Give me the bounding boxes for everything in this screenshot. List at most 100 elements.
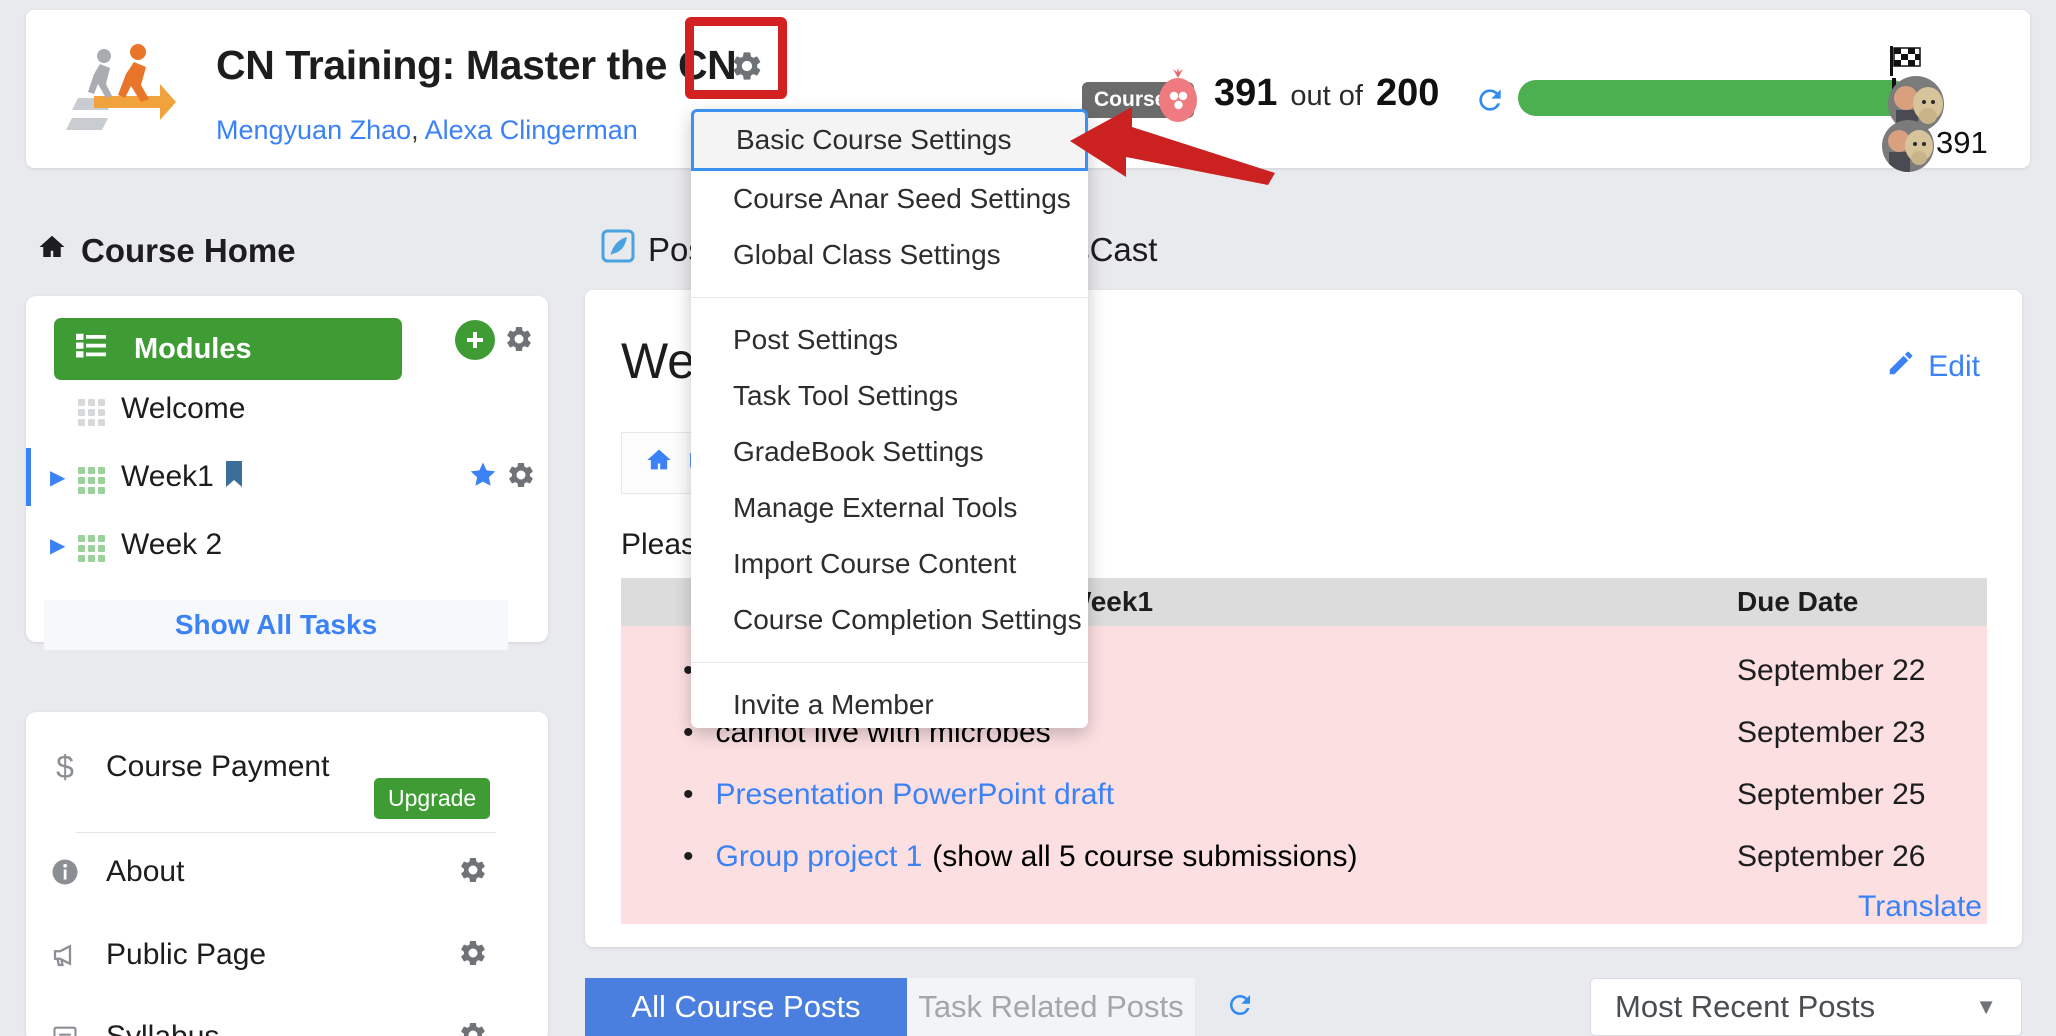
gear-icon	[509, 462, 533, 487]
gear-icon	[461, 940, 485, 965]
sidebar-item-label: Public Page	[106, 938, 267, 971]
menu-item-invite-a-member[interactable]: Invite a Member	[691, 677, 1088, 733]
expand-caret-icon[interactable]: ▶	[50, 465, 74, 490]
table-column-header: Due Date	[1737, 586, 1859, 617]
score-current: 391	[1214, 72, 1278, 114]
progress-fill	[1518, 78, 1910, 118]
score-refresh-button[interactable]	[1474, 84, 1506, 121]
sidebar-item-label: About	[106, 855, 185, 888]
module-settings-gear[interactable]	[506, 460, 536, 495]
pencil-icon	[1886, 348, 1916, 386]
module-label: Week 2	[121, 528, 223, 561]
modules-button[interactable]: Modules	[54, 318, 402, 380]
module-item-week1[interactable]: ▶ Week1	[0, 448, 533, 506]
document-icon	[42, 1023, 88, 1036]
upgrade-badge[interactable]: Upgrade	[374, 778, 491, 819]
bullet-icon: •	[683, 840, 694, 873]
menu-item-gradebook-settings[interactable]: GradeBook Settings	[691, 424, 1088, 480]
menu-item-import-course-content[interactable]: Import Course Content	[691, 536, 1088, 592]
module-label: Week1	[121, 460, 214, 493]
author-link-2[interactable]: Alexa Clingerman	[425, 115, 638, 145]
posts-refresh-button[interactable]	[1225, 990, 1255, 1025]
bullet-icon: •	[683, 778, 694, 811]
course-score: 391 out of 200	[1214, 72, 1439, 115]
sidebar-item-syllabus[interactable]: Syllabus	[0, 1000, 522, 1036]
pomegranate-icon	[1152, 68, 1204, 126]
post-feather-icon	[600, 228, 636, 272]
grip-dots-icon	[78, 529, 105, 562]
menu-item-course-anar-seed-settings[interactable]: Course Anar Seed Settings	[691, 171, 1088, 227]
divider	[76, 832, 496, 833]
edit-label: Edit	[1928, 350, 1980, 383]
course-settings-gear-button[interactable]	[729, 48, 765, 84]
module-item-welcome[interactable]: Welcome	[0, 380, 522, 438]
chevron-down-icon: ▼	[1975, 994, 1997, 1019]
table-row: • Group project 1 (show all 5 course sub…	[621, 826, 1987, 888]
megaphone-icon	[42, 940, 88, 970]
sidebar-item-course-payment[interactable]: $ Course Payment Upgrade	[0, 730, 522, 819]
posts-filter-tabs: All Course Posts Task Related Posts	[585, 978, 1255, 1036]
menu-divider	[691, 662, 1088, 663]
gear-icon	[461, 1022, 485, 1036]
module-label: Welcome	[121, 392, 246, 425]
avatar-count: 391	[1936, 125, 1988, 160]
star-icon[interactable]	[467, 460, 499, 495]
page-title: CN Training: Master the CN	[216, 42, 737, 88]
course-home-heading[interactable]: Course Home	[36, 232, 296, 270]
menu-item-basic-course-settings[interactable]: Basic Course Settings	[691, 109, 1088, 171]
score-out-of-label: out of	[1290, 80, 1363, 112]
gear-icon	[733, 52, 761, 80]
assignment-suffix: (show all 5 course submissions)	[932, 840, 1357, 874]
plus-icon	[463, 328, 487, 352]
due-date: September 22	[1737, 654, 1926, 687]
syllabus-settings-gear[interactable]	[458, 1020, 488, 1036]
menu-item-global-class-settings[interactable]: Global Class Settings	[691, 227, 1088, 283]
avatar[interactable]	[1882, 120, 1934, 172]
expand-caret-icon[interactable]: ▶	[50, 533, 74, 558]
runner-hurdles-icon	[64, 40, 176, 136]
table-row: • Presentation PowerPoint draft Septembe…	[621, 764, 1987, 826]
author-link-1[interactable]: Mengyuan Zhao	[216, 115, 411, 145]
assignment-link[interactable]: Group project 1	[716, 840, 923, 874]
tab-all-course-posts[interactable]: All Course Posts	[585, 978, 907, 1036]
module-item-week2[interactable]: ▶ Week 2	[0, 516, 522, 574]
score-total: 200	[1375, 72, 1440, 114]
dollar-icon: $	[56, 748, 74, 785]
sidebar-item-public-page[interactable]: Public Page	[0, 918, 522, 992]
menu-divider	[691, 297, 1088, 298]
refresh-icon	[1479, 89, 1501, 111]
public-page-settings-gear[interactable]	[458, 938, 488, 973]
show-all-tasks-button[interactable]: Show All Tasks	[44, 600, 508, 650]
translate-link[interactable]: Translate	[1858, 890, 1982, 924]
home-icon	[644, 446, 674, 481]
menu-item-post-settings[interactable]: Post Settings	[691, 312, 1088, 368]
menu-item-manage-external-tools[interactable]: Manage External Tools	[691, 480, 1088, 536]
course-home-label: Course Home	[81, 232, 296, 269]
add-module-button[interactable]	[455, 320, 495, 360]
due-date: September 25	[1737, 778, 1926, 811]
due-date: September 26	[1737, 840, 1926, 873]
refresh-icon	[1230, 994, 1250, 1015]
sidebar-item-about[interactable]: About	[0, 835, 522, 909]
sidebar-item-label: Syllabus	[106, 1020, 219, 1036]
authors-separator: ,	[411, 115, 425, 145]
menu-item-task-tool-settings[interactable]: Task Tool Settings	[691, 368, 1088, 424]
menu-item-course-completion-settings[interactable]: Course Completion Settings	[691, 592, 1088, 648]
posts-sort-select[interactable]: Most Recent Posts ▼	[1590, 978, 2022, 1036]
gear-icon	[507, 326, 531, 352]
gear-icon	[461, 857, 485, 882]
modules-button-label: Modules	[134, 332, 252, 365]
modules-settings-gear[interactable]	[504, 324, 534, 359]
edit-button[interactable]: Edit	[1886, 348, 1980, 386]
about-settings-gear[interactable]	[458, 855, 488, 890]
tab-task-related-posts[interactable]: Task Related Posts	[907, 978, 1195, 1036]
assignment-link[interactable]: Presentation PowerPoint draft	[716, 778, 1115, 812]
assignment-suffix-text: (show all 5 course submissions)	[932, 840, 1358, 873]
list-icon	[76, 332, 106, 366]
grip-dots-icon	[78, 461, 105, 494]
bookmark-icon	[224, 460, 244, 494]
grip-dots-icon	[78, 393, 105, 426]
info-icon	[42, 857, 88, 887]
sort-value: Most Recent Posts	[1615, 989, 1876, 1024]
sidebar-item-label: Course Payment	[106, 750, 330, 783]
